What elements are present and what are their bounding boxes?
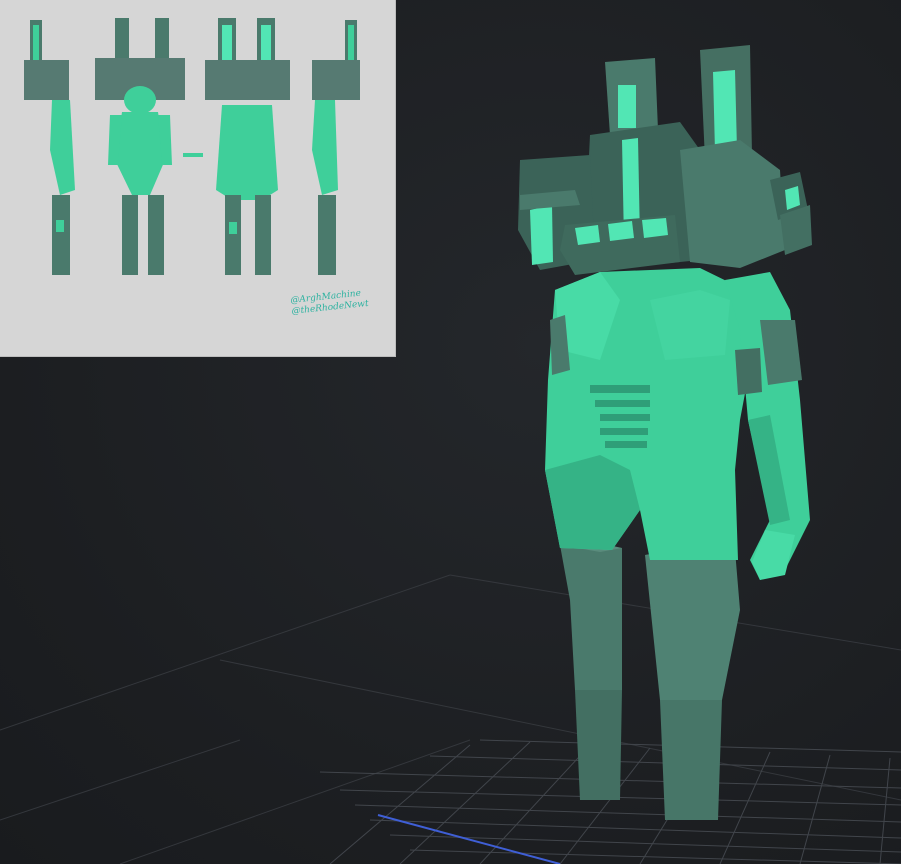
connector-mark	[183, 153, 203, 157]
front-view	[95, 18, 185, 275]
side-view-left	[24, 20, 75, 275]
left-leg-boot	[560, 540, 622, 800]
backpack-thrusters	[518, 45, 812, 275]
torso	[545, 268, 755, 560]
reference-image-panel[interactable]: @ArghMachine @theRhodeNewt	[0, 0, 396, 357]
side-view-right	[312, 20, 360, 275]
back-view	[205, 18, 290, 275]
right-leg-boot	[645, 548, 740, 820]
3d-viewport[interactable]: @ArghMachine @theRhodeNewt	[0, 0, 901, 864]
